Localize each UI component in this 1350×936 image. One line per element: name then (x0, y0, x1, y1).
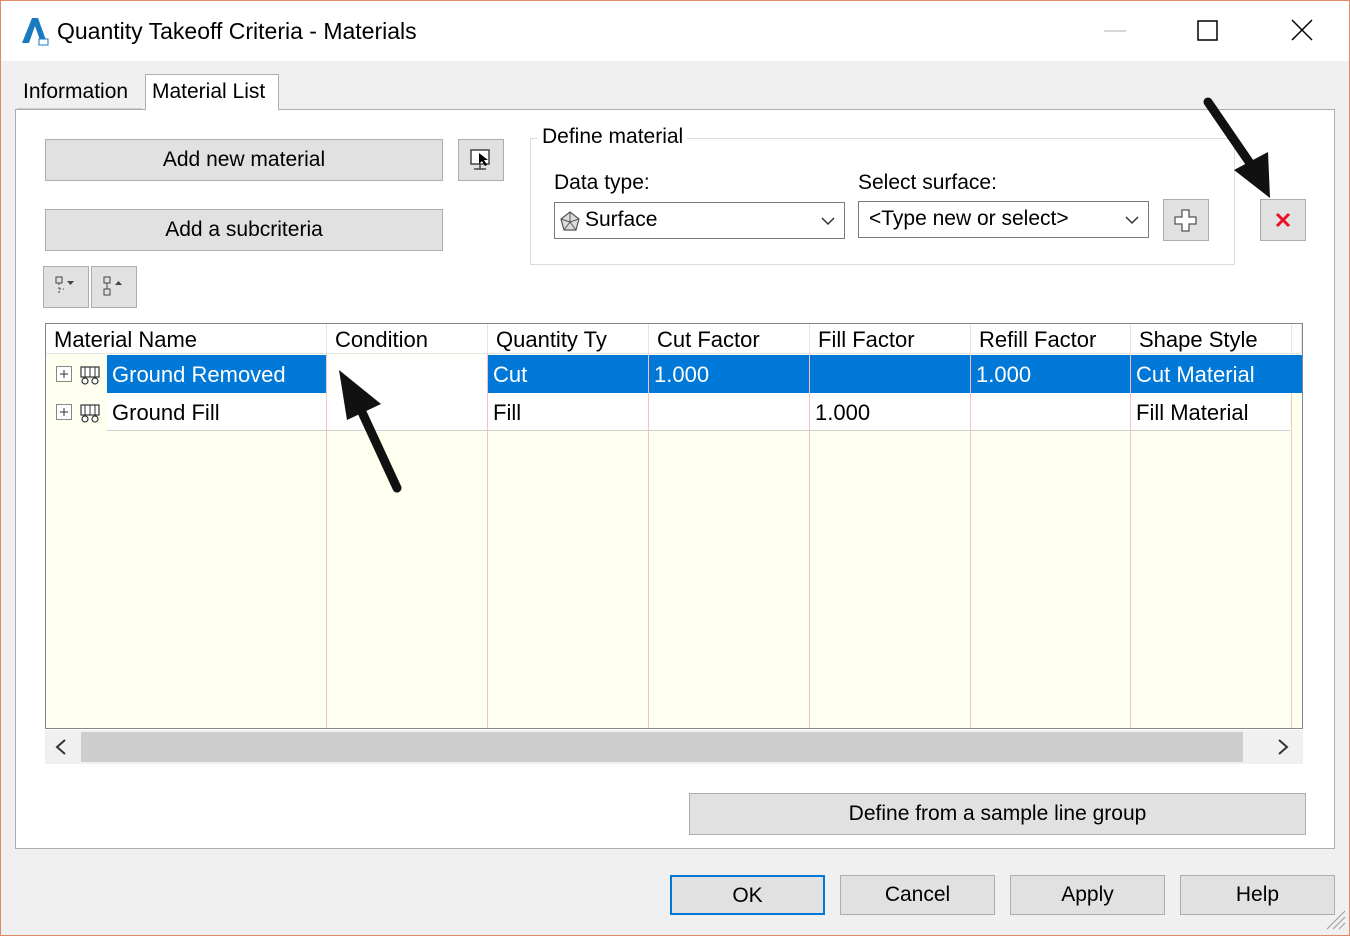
expand-all-icon (55, 276, 74, 295)
material-grid[interactable]: Material Name Condition Quantity Ty Cut … (45, 323, 1303, 729)
pick-from-drawing-button[interactable] (458, 139, 504, 181)
column-header-refill-factor[interactable]: Refill Factor (971, 324, 1131, 354)
close-icon (1291, 19, 1313, 41)
help-button[interactable]: Help (1180, 875, 1335, 915)
plus-box-icon[interactable] (56, 404, 73, 421)
autocad-icon (22, 18, 49, 46)
add-icon (1174, 209, 1197, 232)
apply-button[interactable]: Apply (1010, 875, 1165, 915)
column-header-filler (1292, 324, 1302, 354)
plus-box-icon[interactable] (56, 366, 73, 383)
cell-shape-style[interactable]: Fill Material (1131, 393, 1290, 431)
data-type-label: Data type: (554, 171, 650, 194)
dialog-window: Quantity Takeoff Criteria - Materials In… (0, 0, 1350, 936)
add-subcriteria-button[interactable]: Add a subcriteria (45, 209, 443, 251)
column-header-cut-factor[interactable]: Cut Factor (649, 324, 810, 354)
cell-fill-factor[interactable] (810, 355, 970, 393)
cell-refill-factor[interactable] (971, 393, 1130, 431)
minimize-icon (1104, 30, 1126, 32)
tab-material-list[interactable]: Material List (145, 74, 279, 110)
cell-cut-factor[interactable]: 1.000 (649, 355, 809, 393)
cell-fill-factor[interactable]: 1.000 (810, 393, 970, 431)
pointer-arrow-icon (339, 370, 402, 493)
delete-material-button[interactable] (1260, 199, 1306, 241)
cell-quantity-type[interactable]: Fill (488, 393, 648, 431)
window-title: Quantity Takeoff Criteria - Materials (57, 18, 417, 44)
chevron-down-icon (821, 217, 835, 226)
horizontal-scrollbar[interactable] (45, 730, 1303, 764)
cell-shape-style[interactable]: Cut Material (1131, 355, 1302, 393)
cell-cut-factor[interactable] (649, 393, 809, 431)
scrollbar-thumb[interactable] (81, 732, 1243, 762)
select-surface-dropdown[interactable]: <Type new or select> (858, 201, 1149, 238)
data-type-dropdown[interactable]: Surface (554, 202, 845, 239)
ok-button[interactable]: OK (670, 875, 825, 915)
maximize-button[interactable] (1183, 9, 1233, 53)
maximize-icon (1197, 20, 1218, 41)
define-from-sample-button[interactable]: Define from a sample line group (689, 793, 1306, 835)
data-type-value: Surface (585, 208, 658, 231)
table-row[interactable]: Ground Removed Cut 1.000 1.000 Cut Mater… (46, 355, 1302, 393)
column-header-fill-factor[interactable]: Fill Factor (810, 324, 971, 354)
collapse-all-button[interactable] (91, 266, 137, 308)
cell-refill-factor[interactable]: 1.000 (971, 355, 1130, 393)
material-icon (80, 366, 100, 385)
material-icon (80, 404, 100, 423)
chevron-down-icon (1125, 216, 1139, 225)
add-surface-button[interactable] (1163, 199, 1209, 241)
tab-information[interactable]: Information (17, 75, 142, 109)
scroll-right-icon[interactable] (1275, 738, 1291, 756)
title-bar: Quantity Takeoff Criteria - Materials (1, 1, 1349, 61)
cancel-button[interactable]: Cancel (840, 875, 995, 915)
surface-icon (560, 211, 580, 231)
cell-quantity-type[interactable]: Cut (488, 355, 648, 393)
resize-grip[interactable] (1323, 907, 1347, 931)
collapse-all-icon (103, 276, 122, 296)
table-row[interactable]: Ground Fill Fill 1.000 Fill Material (46, 393, 1302, 431)
select-surface-value: <Type new or select> (869, 207, 1069, 230)
cell-material-name[interactable]: Ground Removed (107, 355, 326, 393)
add-new-material-button[interactable]: Add new material (45, 139, 443, 181)
expand-all-button[interactable] (43, 266, 89, 308)
column-header-shape-style[interactable]: Shape Style (1131, 324, 1292, 354)
cell-material-name[interactable]: Ground Fill (107, 393, 326, 431)
scroll-left-icon[interactable] (53, 738, 69, 756)
close-button[interactable] (1277, 9, 1327, 53)
column-header-condition[interactable]: Condition (327, 324, 488, 354)
pointer-arrow-icon (1203, 97, 1270, 198)
minimize-button[interactable] (1091, 9, 1141, 53)
select-surface-label: Select surface: (858, 171, 997, 194)
define-material-title: Define material (538, 125, 688, 149)
pick-from-drawing-icon (470, 149, 490, 170)
column-header-quantity-type[interactable]: Quantity Ty (488, 324, 649, 354)
delete-icon (1275, 212, 1291, 228)
column-header-material-name[interactable]: Material Name (46, 324, 327, 354)
